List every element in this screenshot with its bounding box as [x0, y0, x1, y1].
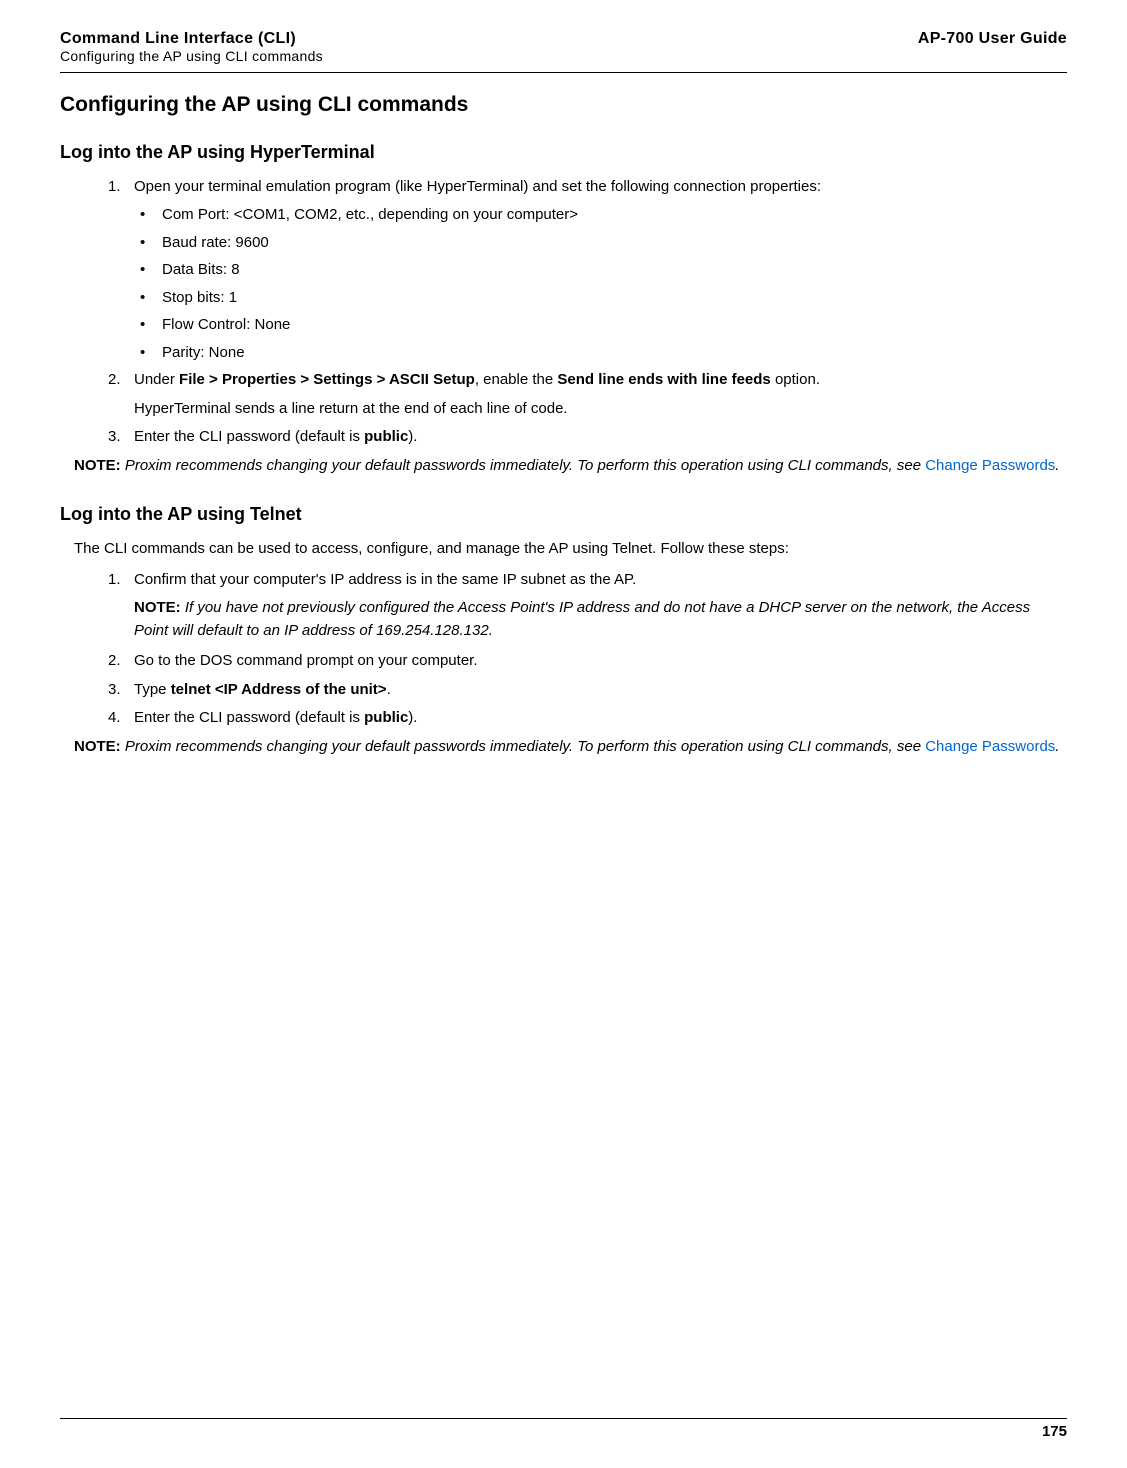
list-item-2: 2. Go to the DOS command prompt on your …: [108, 650, 1067, 673]
bullet-text: Stop bits: 1: [162, 287, 237, 310]
intro-paragraph: The CLI commands can be used to access, …: [74, 538, 1067, 561]
list-text: Open your terminal emulation program (li…: [134, 176, 821, 199]
list-continuation: HyperTerminal sends a line return at the…: [134, 398, 1067, 421]
bullet-text: Data Bits: 8: [162, 259, 240, 282]
bold-text: public: [364, 709, 408, 726]
header-section-title: Configuring the AP using CLI commands: [60, 48, 323, 64]
bullet-icon: •: [140, 232, 162, 255]
bullet-icon: •: [140, 314, 162, 337]
bullet-item: • Flow Control: None: [140, 314, 1067, 337]
heading-telnet: Log into the AP using Telnet: [60, 501, 1067, 528]
heading-1: Configuring the AP using CLI commands: [60, 89, 1067, 121]
list-item-2: 2. Under File > Properties > Settings > …: [108, 369, 1067, 392]
note-label: NOTE:: [74, 738, 121, 755]
list-text: Confirm that your computer's IP address …: [134, 569, 636, 592]
list-item-3: 3. Enter the CLI password (default is pu…: [108, 426, 1067, 449]
list-number: 2.: [108, 650, 134, 673]
text: ).: [408, 428, 417, 445]
list-number: 2.: [108, 369, 134, 392]
list-text: Enter the CLI password (default is publi…: [134, 707, 417, 730]
note-text: Proxim recommends changing your default …: [121, 457, 926, 474]
note-block: NOTE: Proxim recommends changing your de…: [74, 455, 1067, 478]
page-content: Configuring the AP using CLI commands Lo…: [60, 89, 1067, 758]
bullet-icon: •: [140, 204, 162, 227]
link-change-passwords[interactable]: Change Passwords: [925, 457, 1055, 474]
bold-text: public: [364, 428, 408, 445]
list-text: Enter the CLI password (default is publi…: [134, 426, 417, 449]
bullet-icon: •: [140, 287, 162, 310]
list-item-1: 1. Confirm that your computer's IP addre…: [108, 569, 1067, 592]
list-item-4: 4. Enter the CLI password (default is pu…: [108, 707, 1067, 730]
heading-hyperterminal: Log into the AP using HyperTerminal: [60, 139, 1067, 166]
bold-text: File > Properties > Settings > ASCII Set…: [179, 371, 475, 388]
inline-note: NOTE: If you have not previously configu…: [134, 597, 1067, 642]
note-text: Proxim recommends changing your default …: [121, 738, 926, 755]
list-number: 1.: [108, 176, 134, 199]
note-label: NOTE:: [134, 599, 181, 616]
note-block: NOTE: Proxim recommends changing your de…: [74, 736, 1067, 759]
text: ).: [408, 709, 417, 726]
bullet-text: Flow Control: None: [162, 314, 290, 337]
text: option.: [771, 371, 820, 388]
bullet-item: • Baud rate: 9600: [140, 232, 1067, 255]
note-text: .: [1055, 738, 1059, 755]
text: Enter the CLI password (default is: [134, 428, 364, 445]
bullet-item: • Parity: None: [140, 342, 1067, 365]
bullet-item: • Stop bits: 1: [140, 287, 1067, 310]
note-text: .: [1055, 457, 1059, 474]
bullet-text: Com Port: <COM1, COM2, etc., depending o…: [162, 204, 578, 227]
list-text: Type telnet <IP Address of the unit>.: [134, 679, 391, 702]
bullet-icon: •: [140, 259, 162, 282]
list-number: 3.: [108, 426, 134, 449]
page-number: 175: [1042, 1423, 1067, 1440]
list-number: 1.: [108, 569, 134, 592]
bold-text: Send line ends with line feeds: [557, 371, 770, 388]
bold-text: telnet <IP Address of the unit>: [171, 681, 387, 698]
text: Under: [134, 371, 179, 388]
link-change-passwords[interactable]: Change Passwords: [925, 738, 1055, 755]
header-left: Command Line Interface (CLI) Configuring…: [60, 30, 323, 64]
header-guide-title: AP-700 User Guide: [918, 30, 1067, 48]
text: Enter the CLI password (default is: [134, 709, 364, 726]
header-chapter-title: Command Line Interface (CLI): [60, 30, 323, 48]
text: .: [387, 681, 391, 698]
list-item-1: 1. Open your terminal emulation program …: [108, 176, 1067, 199]
list-text: Go to the DOS command prompt on your com…: [134, 650, 478, 673]
note-text: If you have not previously configured th…: [134, 599, 1030, 639]
page-header: Command Line Interface (CLI) Configuring…: [60, 30, 1067, 73]
list-item-3: 3. Type telnet <IP Address of the unit>.: [108, 679, 1067, 702]
text: , enable the: [475, 371, 558, 388]
note-label: NOTE:: [74, 457, 121, 474]
list-number: 3.: [108, 679, 134, 702]
bullet-text: Baud rate: 9600: [162, 232, 269, 255]
bullet-icon: •: [140, 342, 162, 365]
page-footer: 175: [60, 1418, 1067, 1440]
list-text: Under File > Properties > Settings > ASC…: [134, 369, 820, 392]
bullet-item: • Com Port: <COM1, COM2, etc., depending…: [140, 204, 1067, 227]
text: Type: [134, 681, 171, 698]
bullet-item: • Data Bits: 8: [140, 259, 1067, 282]
bullet-text: Parity: None: [162, 342, 245, 365]
list-number: 4.: [108, 707, 134, 730]
